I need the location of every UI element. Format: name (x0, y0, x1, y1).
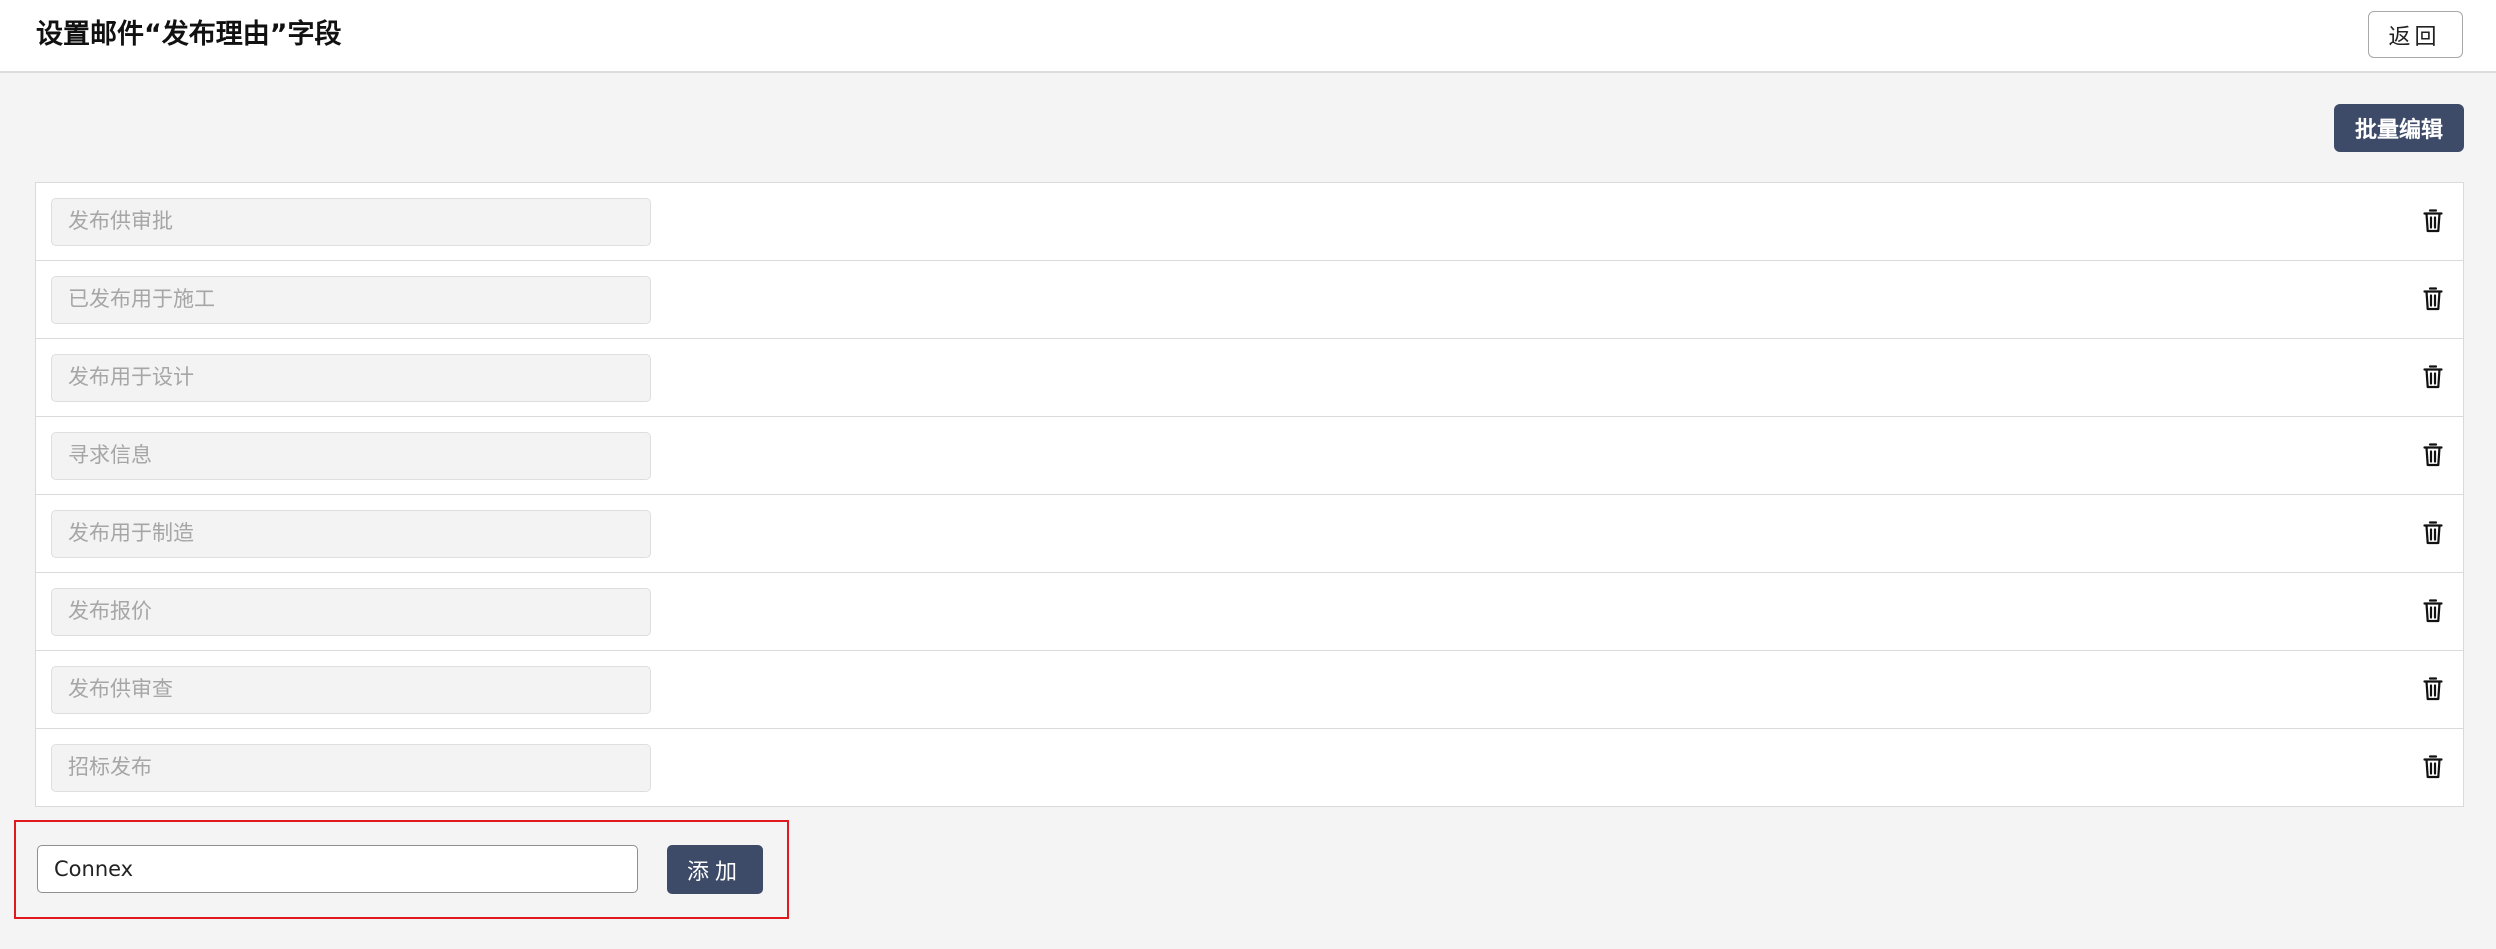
add-reason-form: 添加 (14, 820, 789, 919)
reason-field[interactable]: 发布用于设计 (51, 354, 651, 402)
page-header: 设置邮件“发布理由”字段 返回 (0, 0, 2496, 73)
trash-icon (2423, 287, 2443, 311)
delete-button[interactable] (2418, 674, 2448, 704)
trash-icon (2423, 599, 2443, 623)
delete-button[interactable] (2418, 206, 2448, 236)
reason-field[interactable]: 寻求信息 (51, 432, 651, 480)
trash-icon (2423, 755, 2443, 779)
delete-button[interactable] (2418, 752, 2448, 782)
trash-icon (2423, 521, 2443, 545)
list-item: 已发布用于施工 (36, 261, 2463, 339)
reason-field[interactable]: 招标发布 (51, 744, 651, 792)
reason-field[interactable]: 发布供审查 (51, 666, 651, 714)
reason-list: 发布供审批 已发布用于施工 发布用于设计 寻求信息 发布用于制造 发布报价 发布… (35, 182, 2464, 807)
reason-field[interactable]: 发布用于制造 (51, 510, 651, 558)
reason-field[interactable]: 已发布用于施工 (51, 276, 651, 324)
delete-button[interactable] (2418, 518, 2448, 548)
batch-edit-button[interactable]: 批量编辑 (2334, 104, 2464, 152)
trash-icon (2423, 677, 2443, 701)
trash-icon (2423, 365, 2443, 389)
page-title: 设置邮件“发布理由”字段 (36, 19, 342, 50)
delete-button[interactable] (2418, 362, 2448, 392)
delete-button[interactable] (2418, 596, 2448, 626)
list-item: 发布供审查 (36, 651, 2463, 729)
list-item: 寻求信息 (36, 417, 2463, 495)
new-reason-input[interactable] (37, 845, 638, 893)
back-button[interactable]: 返回 (2368, 11, 2463, 58)
delete-button[interactable] (2418, 284, 2448, 314)
list-item: 发布供审批 (36, 183, 2463, 261)
add-button[interactable]: 添加 (667, 845, 763, 894)
list-item: 发布用于设计 (36, 339, 2463, 417)
list-item: 发布报价 (36, 573, 2463, 651)
list-item: 招标发布 (36, 729, 2463, 807)
trash-icon (2423, 209, 2443, 233)
trash-icon (2423, 443, 2443, 467)
list-item: 发布用于制造 (36, 495, 2463, 573)
reason-field[interactable]: 发布供审批 (51, 198, 651, 246)
reason-field[interactable]: 发布报价 (51, 588, 651, 636)
delete-button[interactable] (2418, 440, 2448, 470)
